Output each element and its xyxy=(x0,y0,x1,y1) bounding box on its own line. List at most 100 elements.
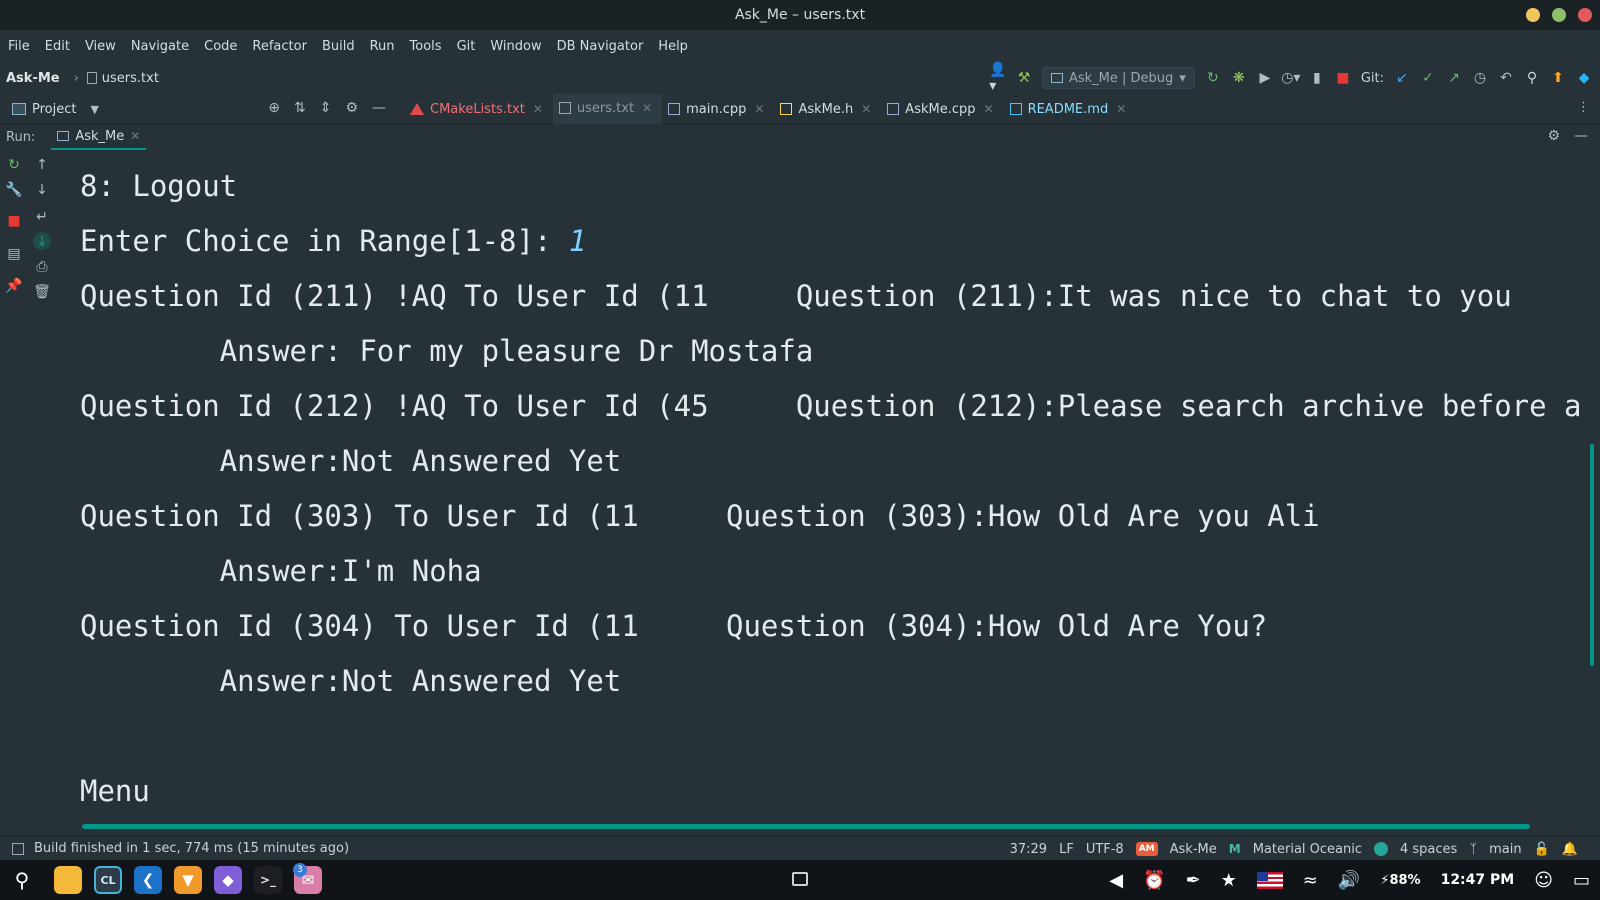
git-push-icon[interactable]: ↗ xyxy=(1446,70,1462,86)
close-tab-icon[interactable]: ✕ xyxy=(642,101,652,115)
wifi-icon[interactable]: ≈ xyxy=(1303,870,1318,891)
run-tab-ask-me[interactable]: Ask_Me ✕ xyxy=(51,124,147,150)
clock[interactable]: 12:47 PM xyxy=(1441,872,1515,888)
rerun-icon[interactable]: ↻ xyxy=(1205,70,1221,86)
expand-all-icon[interactable]: ⇅ xyxy=(294,100,306,116)
horizontal-scrollbar[interactable] xyxy=(82,824,1530,829)
close-tab-icon[interactable]: ✕ xyxy=(130,129,140,143)
git-update-icon[interactable]: ↙ xyxy=(1394,70,1410,86)
jetbrains-logo-icon[interactable]: ◆ xyxy=(1576,70,1592,86)
plugin-badge-icon[interactable]: AM xyxy=(1135,842,1158,856)
breadcrumb-file[interactable]: users.txt xyxy=(102,71,159,86)
attach-icon[interactable]: ▮ xyxy=(1309,70,1325,86)
volume-icon[interactable]: 🔊 xyxy=(1338,870,1360,891)
menu-view[interactable]: View xyxy=(85,39,116,54)
trash-icon[interactable]: 🗑 xyxy=(33,283,51,301)
arrow-up-icon[interactable]: ↑ xyxy=(33,156,51,174)
menu-edit[interactable]: Edit xyxy=(45,39,70,54)
project-view-select[interactable]: Project xyxy=(32,102,76,117)
git-branch[interactable]: main xyxy=(1489,842,1521,857)
debug-bug-icon[interactable]: ❋ xyxy=(1231,70,1247,86)
user-account-icon[interactable]: ☺ xyxy=(1534,870,1553,891)
wrench-icon[interactable]: 🔧 xyxy=(5,181,23,199)
close-tab-icon[interactable]: ✕ xyxy=(754,102,764,116)
soft-wrap-icon[interactable]: ↵ xyxy=(33,208,51,226)
git-commit-icon[interactable]: ✓ xyxy=(1420,70,1436,86)
stop-icon[interactable]: ■ xyxy=(1335,70,1351,86)
brave-browser-icon[interactable]: ▼ xyxy=(174,866,202,894)
star-icon[interactable]: ★ xyxy=(1221,870,1237,891)
close-tab-icon[interactable]: ✕ xyxy=(861,102,871,116)
vscode-app-icon[interactable]: ❮ xyxy=(134,866,162,894)
rollback-icon[interactable]: ↶ xyxy=(1498,70,1514,86)
coverage-icon[interactable]: ▶ xyxy=(1257,70,1273,86)
gear-icon[interactable]: ⚙ xyxy=(1547,128,1560,144)
notifications-panel-icon[interactable]: ▭ xyxy=(1573,870,1590,891)
menu-window[interactable]: Window xyxy=(490,39,541,54)
profiler-icon[interactable]: ◷▾ xyxy=(1281,70,1300,86)
chevron-down-icon[interactable]: ▼ xyxy=(90,103,98,116)
us-flag-keyboard-icon[interactable] xyxy=(1256,871,1283,889)
status-message[interactable]: Build finished in 1 sec, 774 ms (15 minu… xyxy=(34,841,349,856)
tab-askme-cpp[interactable]: AskMe.cpp ✕ xyxy=(881,94,1003,124)
hide-icon[interactable]: — xyxy=(1574,128,1588,144)
tray-expand-icon[interactable]: ◀ xyxy=(1109,870,1123,891)
console-output[interactable]: 8: Logout Enter Choice in Range[1-8]: 1 … xyxy=(80,160,1580,810)
build-hammer-icon[interactable]: ⚒ xyxy=(1016,70,1032,86)
run-configuration-select[interactable]: Ask_Me | Debug ▾ xyxy=(1041,67,1195,89)
vertical-scrollbar[interactable] xyxy=(1590,444,1594,666)
maximize-button[interactable] xyxy=(1552,8,1566,22)
locate-icon[interactable]: ⊕ xyxy=(268,100,280,116)
scroll-to-end-icon[interactable]: ⤓ xyxy=(33,232,51,250)
menu-refactor[interactable]: Refactor xyxy=(252,39,307,54)
obsidian-app-icon[interactable]: ◆ xyxy=(214,866,242,894)
notifications-bell-icon[interactable]: 🔔 xyxy=(1562,842,1578,857)
menu-git[interactable]: Git xyxy=(457,39,476,54)
status-indicator-icon[interactable] xyxy=(1374,842,1388,856)
menu-navigate[interactable]: Navigate xyxy=(131,39,189,54)
hide-icon[interactable]: — xyxy=(372,100,386,116)
line-separator[interactable]: LF xyxy=(1059,842,1074,857)
breadcrumb-project[interactable]: Ask-Me xyxy=(6,71,60,86)
tab-users-txt[interactable]: users.txt ✕ xyxy=(552,94,663,124)
caret-position[interactable]: 37:29 xyxy=(1010,842,1047,857)
clion-app-icon[interactable]: CL xyxy=(94,866,122,894)
more-tabs-icon[interactable]: ⋮ xyxy=(1577,100,1590,115)
arrow-down-icon[interactable]: ↓ xyxy=(33,181,51,199)
gear-icon[interactable]: ⚙ xyxy=(345,100,358,116)
close-tab-icon[interactable]: ✕ xyxy=(984,102,994,116)
menu-tools[interactable]: Tools xyxy=(410,39,442,54)
tab-main-cpp[interactable]: main.cpp ✕ xyxy=(662,94,774,124)
close-tab-icon[interactable]: ✕ xyxy=(1116,102,1126,116)
battery-indicator[interactable]: ⚡88% xyxy=(1380,873,1420,888)
tab-cmakelists[interactable]: CMakeLists.txt ✕ xyxy=(404,94,553,124)
tab-readme-md[interactable]: README.md ✕ xyxy=(1004,94,1137,124)
tab-askme-h[interactable]: AskMe.h ✕ xyxy=(774,94,881,124)
collapse-all-icon[interactable]: ⇕ xyxy=(320,100,332,116)
show-desktop-icon[interactable] xyxy=(792,872,808,886)
user-icon[interactable]: 👤▾ xyxy=(989,62,1006,94)
pin-icon[interactable]: 📌 xyxy=(5,277,23,295)
color-picker-icon[interactable]: ✒ xyxy=(1186,870,1201,891)
menu-code[interactable]: Code xyxy=(204,39,237,54)
print-icon[interactable]: ⎙ xyxy=(33,258,51,276)
theme-name[interactable]: Material Oceanic xyxy=(1253,842,1362,857)
lock-icon[interactable]: 🔓 xyxy=(1534,842,1550,857)
menu-help[interactable]: Help xyxy=(658,39,688,54)
file-encoding[interactable]: UTF-8 xyxy=(1086,842,1124,857)
status-project[interactable]: Ask-Me xyxy=(1170,842,1217,857)
alarm-clock-icon[interactable]: ⏰ xyxy=(1143,870,1165,891)
terminal-app-icon[interactable]: >_ xyxy=(254,866,282,894)
update-available-icon[interactable]: ⬆ xyxy=(1550,70,1566,86)
files-app-icon[interactable] xyxy=(54,866,82,894)
history-icon[interactable]: ◷ xyxy=(1472,70,1488,86)
menu-db-navigator[interactable]: DB Navigator xyxy=(557,39,644,54)
rerun-icon[interactable]: ↻ xyxy=(5,156,23,174)
menu-file[interactable]: File xyxy=(8,39,30,54)
stop-icon[interactable]: ■ xyxy=(5,212,23,230)
tool-windows-icon[interactable] xyxy=(12,842,24,855)
menu-build[interactable]: Build xyxy=(322,39,355,54)
close-button[interactable] xyxy=(1578,8,1592,22)
menu-run[interactable]: Run xyxy=(370,39,395,54)
search-icon[interactable]: ⚲ xyxy=(8,866,36,894)
